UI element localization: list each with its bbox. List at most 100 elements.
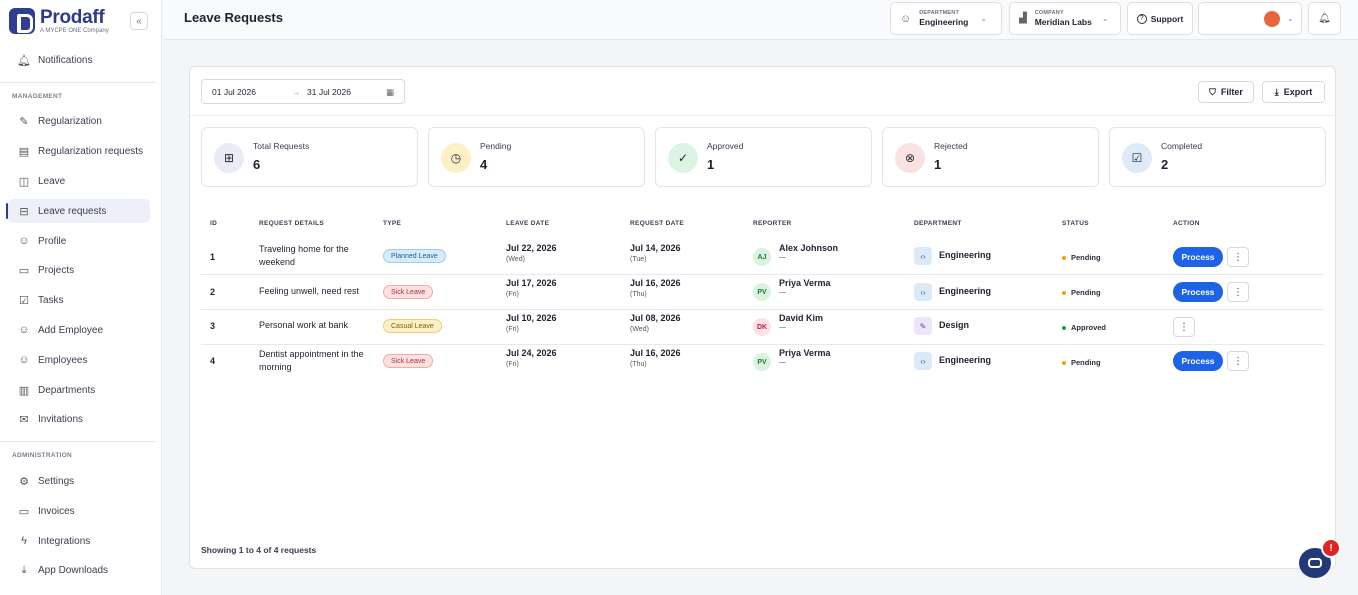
sidebar-item-regularization-requests[interactable]: ▤ Regularization requests <box>8 139 150 163</box>
table-row[interactable]: 2 Feeling unwell, need rest Sick Leave J… <box>201 275 1324 310</box>
request-day: (Wed) <box>630 326 649 333</box>
leave-day: (Fri) <box>506 361 519 368</box>
department-value: Engineering <box>919 17 969 27</box>
cell-reporter: Alex Johnson — <box>779 243 838 261</box>
sidebar: Prodaff A MYCPE ONE Company « 🔔︎ Notific… <box>0 0 162 595</box>
support-button[interactable]: ? Support <box>1127 2 1193 35</box>
request-date: Jul 16, 2026 <box>630 348 681 358</box>
more-options-button[interactable]: ⋮ <box>1173 317 1195 337</box>
sidebar-item-settings[interactable]: ⚙ Settings <box>8 469 150 493</box>
export-button[interactable]: ⤓ Export <box>1262 81 1325 103</box>
sidebar-item-label: Profile <box>38 235 67 247</box>
sidebar-item-tasks[interactable]: ☑ Tasks <box>8 288 150 312</box>
sidebar-item-leave[interactable]: ◫ Leave <box>8 169 150 193</box>
sidebar-item-employees[interactable]: ☺ Employees <box>8 348 150 372</box>
code-icon: ‹› <box>914 283 932 301</box>
status-label: Approved <box>1071 323 1107 332</box>
user-menu[interactable]: ⌄ <box>1198 2 1302 35</box>
sidebar-item-add-employee[interactable]: ☺ Add Employee <box>8 318 150 342</box>
filter-button[interactable]: ⛉ Filter <box>1198 81 1254 103</box>
column-header-department: DEPARTMENT <box>914 220 962 227</box>
panel-divider <box>190 115 1337 116</box>
status-dot <box>1062 255 1066 260</box>
cell-leave-date: Jul 22, 2026 (Wed) <box>506 243 557 263</box>
stat-card-completed: ☑ Completed 2 <box>1109 127 1326 187</box>
column-header-leave-date: LEAVE DATE <box>506 220 550 227</box>
collapse-sidebar-button[interactable]: « <box>130 12 148 30</box>
department-label: DEPARTMENT <box>919 10 960 16</box>
sidebar-item-label: Notifications <box>38 54 93 66</box>
sidebar-item-integrations[interactable]: ϟ Integrations <box>8 529 150 553</box>
cell-id: 3 <box>210 321 216 331</box>
cell-id: 1 <box>210 252 216 262</box>
more-options-button[interactable]: ⋮ <box>1227 247 1249 267</box>
sidebar-item-departments[interactable]: ▥ Departments <box>8 378 150 402</box>
section-label-management: MANAGEMENT <box>12 93 63 100</box>
status-badge: Approved <box>1062 323 1106 332</box>
reporter-sub: — <box>779 359 786 366</box>
sidebar-item-label: Departments <box>38 384 96 396</box>
leave-date: Jul 24, 2026 <box>506 348 557 358</box>
more-options-button[interactable]: ⋮ <box>1227 351 1249 371</box>
sidebar-item-invitations[interactable]: ✉ Invitations <box>8 407 150 431</box>
process-button[interactable]: Process <box>1173 282 1223 302</box>
sidebar-item-invoices[interactable]: ▭ Invoices <box>8 499 150 523</box>
inbox-icon: ⊟ <box>19 205 29 218</box>
date-from: 01 Jul 2026 <box>212 87 256 97</box>
grid-icon: ⊞ <box>214 143 244 173</box>
request-date: Jul 14, 2026 <box>630 243 681 253</box>
arrow-right-icon: → <box>292 87 301 97</box>
sidebar-item-app-downloads[interactable]: ⤓ App Downloads <box>8 558 150 582</box>
leave-date: Jul 22, 2026 <box>506 243 557 253</box>
status-badge: Pending <box>1062 358 1101 367</box>
gear-icon: ⚙ <box>19 475 29 488</box>
pagination-summary: Showing 1 to 4 of 4 requests <box>201 545 317 555</box>
chat-icon <box>1308 558 1322 568</box>
sidebar-item-label: Integrations <box>38 535 91 547</box>
brand-logo[interactable]: Prodaff A MYCPE ONE Company <box>9 7 109 35</box>
cell-leave-date: Jul 17, 2026 (Fri) <box>506 278 557 298</box>
cell-request-details: Personal work at bank <box>259 320 349 330</box>
process-button[interactable]: Process <box>1173 247 1223 267</box>
table-row[interactable]: 4 Dentist appointment in the morning Sic… <box>201 345 1324 380</box>
company-label: COMPANY <box>1034 10 1064 16</box>
reporter-sub: — <box>779 254 786 261</box>
sidebar-item-label: Leave <box>38 175 66 187</box>
sidebar-item-label: Regularization <box>38 115 102 127</box>
process-button[interactable]: Process <box>1173 351 1223 371</box>
users-icon: ☺ <box>18 354 30 366</box>
sidebar-item-leave-requests[interactable]: ⊟ Leave requests <box>6 199 150 223</box>
document-icon: ▤ <box>18 145 30 158</box>
company-selector[interactable]: ▟ COMPANY Meridian Labs ⌄ <box>1009 2 1121 35</box>
building-icon: ▥ <box>18 384 30 397</box>
column-header-reporter: REPORTER <box>753 220 792 227</box>
sidebar-item-profile[interactable]: ☺ Profile <box>8 229 150 253</box>
sidebar-item-regularization[interactable]: ✎ Regularization <box>8 109 150 133</box>
reporter-name: David Kim <box>779 313 824 323</box>
date-range-picker[interactable]: 01 Jul 2026 → 31 Jul 2026 ▦ <box>201 79 405 104</box>
leave-date: Jul 10, 2026 <box>506 313 557 323</box>
request-day: (Thu) <box>630 291 647 298</box>
leave-day: (Fri) <box>506 291 519 298</box>
status-dot <box>1062 290 1066 295</box>
table-row[interactable]: 3 Personal work at bank Casual Leave Jul… <box>201 310 1324 345</box>
department-selector[interactable]: ☺ DEPARTMENT Engineering ⌄ <box>890 2 1002 35</box>
cell-request-date: Jul 16, 2026 (Thu) <box>630 348 681 368</box>
stat-value: 6 <box>253 157 261 172</box>
download-icon: ⤓ <box>1274 86 1279 97</box>
cell-request-date: Jul 08, 2026 (Wed) <box>630 313 681 333</box>
cell-request-details: Dentist appointment in the morning <box>259 349 364 372</box>
support-label: Support <box>1150 13 1184 24</box>
sidebar-item-projects[interactable]: ▭ Projects <box>8 258 150 282</box>
cell-department: Engineering <box>939 250 992 260</box>
sidebar-item-notifications[interactable]: 🔔︎ Notifications <box>8 48 150 72</box>
cell-id: 4 <box>210 356 216 366</box>
notifications-button[interactable]: 🔔︎ <box>1308 2 1341 35</box>
help-circle-icon: ? <box>1136 13 1147 24</box>
column-header-id: ID <box>210 220 218 227</box>
more-options-button[interactable]: ⋮ <box>1227 282 1249 302</box>
pen-tool-icon: ✎ <box>914 317 932 335</box>
cell-reporter: Priya Verma — <box>779 348 831 366</box>
table-row[interactable]: 1 Traveling home for the weekend Planned… <box>201 240 1324 275</box>
column-header-status: STATUS <box>1062 220 1089 227</box>
